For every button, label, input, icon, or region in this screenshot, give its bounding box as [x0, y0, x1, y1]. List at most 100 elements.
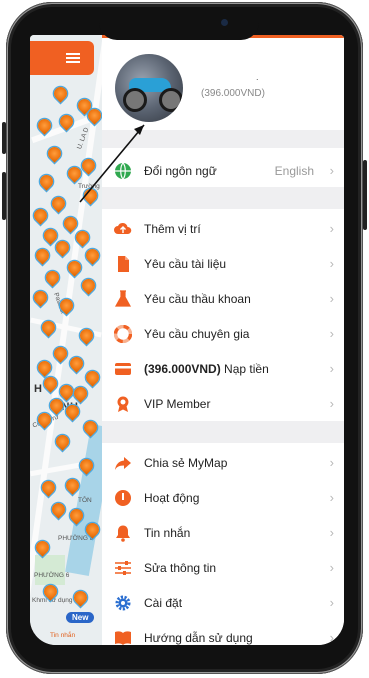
menu-item-request-expert[interactable]: Yêu cầu chuyên gia ›: [102, 316, 344, 351]
map-pin[interactable]: [79, 156, 98, 175]
menu-item-label: VIP Member: [144, 397, 211, 411]
map-pin[interactable]: [37, 172, 56, 191]
menu-item-label: Tin nhắn: [144, 526, 191, 540]
phone-side-button: [2, 122, 6, 154]
news-shortcut-label: Tin nhắn: [50, 632, 76, 639]
menu-item-request-drilling[interactable]: Yêu cầu thầu khoan ›: [102, 281, 344, 316]
menu-item-top-up[interactable]: (396.000VND) Nạp tiền ›: [102, 351, 344, 386]
profile-name: .: [256, 72, 259, 82]
map-district-label: H: [34, 383, 43, 395]
document-icon: [118, 256, 129, 272]
avatar[interactable]: [115, 54, 183, 122]
map-pin[interactable]: [35, 358, 54, 377]
menu-item-label: Cài đặt: [144, 596, 183, 610]
map-label: PHƯỜNG 6: [34, 572, 70, 579]
language-value: English: [274, 164, 314, 178]
chevron-right-icon: ›: [329, 630, 334, 645]
menu-item-add-location[interactable]: Thêm vị trí ›: [102, 211, 344, 246]
menu-item-label: Thêm vị trí: [144, 222, 201, 236]
menu-item-label: Hoạt động: [144, 491, 200, 505]
map-pin[interactable]: [51, 344, 70, 363]
map-news-shortcut[interactable]: New Tin nhắn: [46, 608, 102, 645]
map-pin[interactable]: [49, 500, 68, 519]
book-icon: [115, 631, 131, 645]
chevron-right-icon: ›: [329, 525, 334, 540]
map-pin[interactable]: [53, 238, 72, 257]
camera-icon: [221, 19, 228, 26]
map-pin[interactable]: [83, 368, 102, 387]
app-screen: U. LA D Trường Pasteur Công Trứ H INH TÔ…: [30, 35, 344, 645]
profile-header[interactable]: . (396.000VND): [102, 38, 344, 130]
chevron-right-icon: ›: [329, 256, 334, 271]
hamburger-icon: [66, 53, 80, 55]
lifebuoy-icon: [114, 325, 132, 343]
menu-item-label: Đổi ngôn ngữ: [144, 164, 217, 178]
chevron-right-icon: ›: [329, 396, 334, 411]
map-pin[interactable]: [83, 246, 102, 265]
chevron-right-icon: ›: [329, 560, 334, 575]
menu-item-label: (396.000VND) Nạp tiền: [144, 362, 269, 376]
map-pin[interactable]: [71, 384, 90, 403]
phone-notch: [99, 18, 259, 40]
menu-item-language[interactable]: Đổi ngôn ngữ English ›: [102, 153, 344, 188]
map-pin[interactable]: [65, 258, 84, 277]
map-label: PHƯỜNG 8: [58, 535, 94, 542]
menu-item-label: Chia sẻ MyMap: [144, 456, 228, 470]
map-pin[interactable]: [43, 268, 62, 287]
map-pin[interactable]: [33, 246, 52, 265]
side-drawer: . (396.000VND) Đổi ngôn ngữ English › Th…: [102, 35, 344, 645]
map-pin[interactable]: [31, 206, 50, 225]
new-badge: New: [66, 612, 95, 623]
gear-icon: [115, 595, 131, 611]
menu-item-request-documents[interactable]: Yêu cầu tài liệu ›: [102, 246, 344, 281]
cloud-upload-icon: [114, 222, 132, 234]
top-up-text: Nạp tiền: [220, 362, 269, 376]
map-label: TÔN: [78, 497, 92, 504]
sliders-icon: [115, 561, 131, 575]
profile-balance: (396.000VND): [201, 88, 265, 99]
flask-icon: [114, 290, 132, 307]
globe-icon: [115, 162, 131, 180]
chevron-right-icon: ›: [329, 326, 334, 341]
avatar-wheel: [159, 88, 183, 112]
map-pin[interactable]: [45, 144, 64, 163]
chevron-right-icon: ›: [329, 595, 334, 610]
menu-item-user-guide[interactable]: Hướng dẫn sử dụng ›: [102, 620, 344, 645]
menu-item-activity[interactable]: Hoạt động ›: [102, 480, 344, 515]
menu-item-label: Yêu cầu tài liệu: [144, 257, 227, 271]
share-icon: [115, 457, 131, 470]
credit-card-icon: [115, 363, 131, 375]
award-icon: [117, 396, 129, 412]
chevron-right-icon: ›: [329, 221, 334, 236]
menu-item-vip[interactable]: VIP Member ›: [102, 386, 344, 421]
phone-side-button: [363, 160, 367, 230]
chevron-right-icon: ›: [329, 455, 334, 470]
menu-item-label: Yêu cầu thầu khoan: [144, 292, 251, 306]
menu-item-settings[interactable]: Cài đặt ›: [102, 585, 344, 620]
chevron-right-icon: ›: [329, 361, 334, 376]
map-pin[interactable]: [71, 588, 90, 607]
map-pin[interactable]: [53, 432, 72, 451]
map-pin[interactable]: [31, 288, 50, 307]
avatar-wheel: [123, 88, 147, 112]
bell-icon: [116, 525, 130, 542]
map-view[interactable]: U. LA D Trường Pasteur Công Trứ H INH TÔ…: [30, 35, 102, 645]
chevron-right-icon: ›: [329, 490, 334, 505]
section-separator: [102, 187, 344, 209]
map-pin[interactable]: [67, 354, 86, 373]
hamburger-menu-button[interactable]: [30, 41, 94, 75]
map-pin[interactable]: [79, 276, 98, 295]
phone-side-button: [2, 172, 6, 220]
menu-item-share-mymap[interactable]: Chia sẻ MyMap ›: [102, 445, 344, 480]
section-separator: [102, 421, 344, 443]
top-up-balance: (396.000VND): [144, 362, 221, 376]
menu-item-label: Sửa thông tin: [144, 561, 217, 575]
chevron-right-icon: ›: [329, 291, 334, 306]
activity-icon: [115, 490, 131, 506]
menu-item-edit-info[interactable]: Sửa thông tin ›: [102, 550, 344, 585]
map-pin[interactable]: [51, 84, 70, 103]
menu-item-label: Yêu cầu chuyên gia: [144, 327, 250, 341]
chevron-right-icon: ›: [329, 163, 334, 178]
map-pin[interactable]: [49, 194, 68, 213]
menu-item-messages[interactable]: Tin nhắn ›: [102, 515, 344, 550]
